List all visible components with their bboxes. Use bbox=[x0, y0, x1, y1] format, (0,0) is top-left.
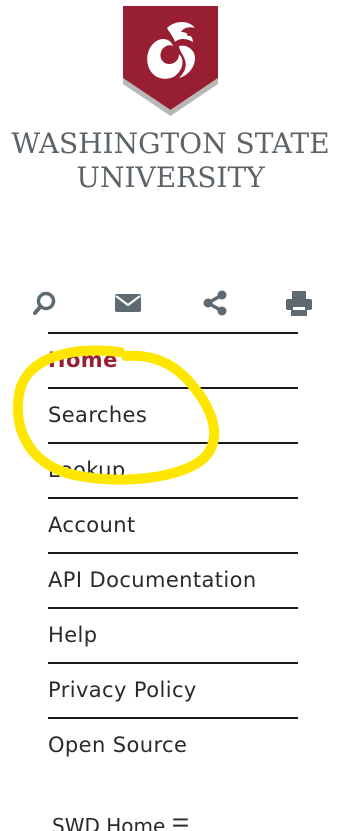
footer-links-partial[interactable]: SWD Home ☰ bbox=[52, 816, 292, 831]
search-icon bbox=[33, 291, 56, 315]
wordmark-line-1: WASHINGTON STATE bbox=[11, 127, 330, 160]
wordmark-line-2: UNIVERSITY bbox=[76, 161, 265, 194]
utility-toolbar bbox=[0, 283, 341, 325]
print-icon bbox=[286, 291, 312, 316]
print-button[interactable] bbox=[279, 283, 319, 323]
cougar-shield-icon bbox=[123, 6, 218, 116]
nav-item-account[interactable]: Account bbox=[48, 499, 298, 554]
search-button[interactable] bbox=[25, 283, 65, 323]
mail-icon bbox=[115, 294, 141, 312]
nav-item-privacy-policy[interactable]: Privacy Policy bbox=[48, 664, 298, 719]
share-icon bbox=[203, 290, 227, 316]
nav-item-searches[interactable]: Searches bbox=[48, 389, 298, 444]
nav-item-open-source[interactable]: Open Source bbox=[48, 719, 298, 772]
nav-item-api-documentation[interactable]: API Documentation bbox=[48, 554, 298, 609]
nav-item-lookup[interactable]: Lookup bbox=[48, 444, 298, 499]
main-navigation: Home Searches Lookup Account API Documen… bbox=[48, 332, 298, 772]
nav-item-home[interactable]: Home bbox=[48, 334, 298, 389]
footer-partial-text: SWD Home ☰ bbox=[52, 816, 190, 831]
page: WASHINGTON STATE UNIVERSITY Home Searche… bbox=[0, 0, 341, 831]
nav-item-help[interactable]: Help bbox=[48, 609, 298, 664]
wsu-logo[interactable]: WASHINGTON STATE UNIVERSITY bbox=[0, 0, 341, 210]
email-button[interactable] bbox=[108, 283, 148, 323]
university-wordmark: WASHINGTON STATE UNIVERSITY bbox=[0, 126, 341, 194]
share-button[interactable] bbox=[195, 283, 235, 323]
